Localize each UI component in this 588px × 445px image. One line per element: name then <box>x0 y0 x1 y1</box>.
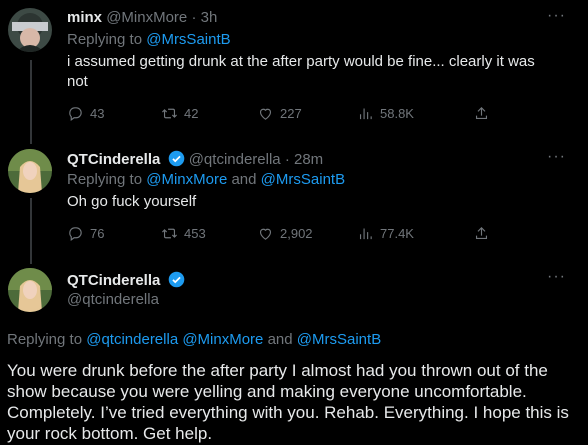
more-icon[interactable]: ··· <box>547 7 566 25</box>
avatar[interactable] <box>8 8 52 52</box>
replying-and: and <box>263 331 297 348</box>
reply-button[interactable]: 76 <box>67 225 104 242</box>
replying-prefix: Replying to <box>67 31 147 48</box>
reply-icon <box>69 107 82 122</box>
retweet-icon <box>162 228 177 239</box>
separator: · <box>284 151 290 168</box>
views-count: 58.8K <box>380 106 414 121</box>
replying-prefix: Replying to <box>7 331 87 348</box>
views-icon <box>359 108 372 120</box>
share-icon <box>475 227 488 240</box>
author-name[interactable]: minx <box>67 9 102 26</box>
share-button[interactable] <box>473 105 490 122</box>
replying-to: Replying to @qtcinderella @MinxMore and … <box>7 331 381 348</box>
verified-badge-icon <box>168 150 184 167</box>
share-icon <box>475 107 488 120</box>
views-button[interactable]: 58.8K <box>357 105 414 122</box>
author-handle[interactable]: @qtcinderella <box>189 151 281 168</box>
reply-count: 43 <box>90 106 105 121</box>
author-handle[interactable]: @MinxMore <box>106 9 187 26</box>
mention-link[interactable]: @MrsSaintB <box>146 31 230 48</box>
retweet-button[interactable]: 453 <box>161 225 206 242</box>
verified-badge-icon <box>168 271 184 288</box>
replying-prefix: Replying to <box>67 171 147 188</box>
tweet-actions: 76 453 2,902 77.4K <box>67 225 507 247</box>
more-icon[interactable]: ··· <box>547 268 566 286</box>
reply-count: 76 <box>90 226 105 241</box>
retweet-count: 42 <box>184 106 199 121</box>
like-icon <box>259 228 272 240</box>
like-button[interactable]: 227 <box>257 105 302 122</box>
like-count: 227 <box>280 106 302 121</box>
share-button[interactable] <box>473 225 490 242</box>
tweet-actions: 43 42 227 58.8K <box>67 105 507 127</box>
author-name[interactable]: QTCinderella <box>67 272 160 289</box>
timestamp[interactable]: 3h <box>201 9 218 26</box>
retweet-icon <box>162 108 177 119</box>
like-icon <box>259 108 272 120</box>
like-count: 2,902 <box>280 226 313 241</box>
views-icon <box>359 228 372 240</box>
retweet-count: 453 <box>184 226 206 241</box>
views-button[interactable]: 77.4K <box>357 225 414 242</box>
avatar[interactable] <box>8 268 52 312</box>
reply-button[interactable]: 43 <box>67 105 104 122</box>
reply-icon <box>69 227 82 242</box>
replying-to: Replying to @MrsSaintB <box>67 31 231 48</box>
retweet-button[interactable]: 42 <box>161 105 198 122</box>
mention-link[interactable]: @MrsSaintB <box>261 171 345 188</box>
author-name-line: QTCinderella <box>67 271 185 289</box>
replying-and: and <box>227 171 261 188</box>
views-count: 77.4K <box>380 226 414 241</box>
author-handle[interactable]: @qtcinderella <box>67 291 159 308</box>
tweet-text: You were drunk before the after party I … <box>7 361 569 443</box>
avatar[interactable] <box>8 149 52 193</box>
mention-link[interactable]: @MinxMore <box>146 171 227 188</box>
mention-link[interactable]: @qtcinderella @MinxMore <box>86 331 263 348</box>
tweet-text: Oh go fuck yourself <box>67 193 197 210</box>
tweet-minx[interactable]: minx @MinxMore · 3h ··· Replying to @Mrs… <box>0 0 588 140</box>
mention-link[interactable]: @MrsSaintB <box>297 331 381 348</box>
more-icon[interactable]: ··· <box>547 148 566 166</box>
separator: · <box>191 9 197 26</box>
tweet-qtcinderella-reply[interactable]: QTCinderella @qtcinderella · 28m ··· Rep… <box>0 141 588 259</box>
author-name[interactable]: QTCinderella <box>67 151 160 168</box>
like-button[interactable]: 2,902 <box>257 225 313 242</box>
tweet-text: i assumed getting drunk at the after par… <box>67 53 535 90</box>
timestamp[interactable]: 28m <box>294 151 323 168</box>
replying-to: Replying to @MinxMore and @MrsSaintB <box>67 171 345 188</box>
